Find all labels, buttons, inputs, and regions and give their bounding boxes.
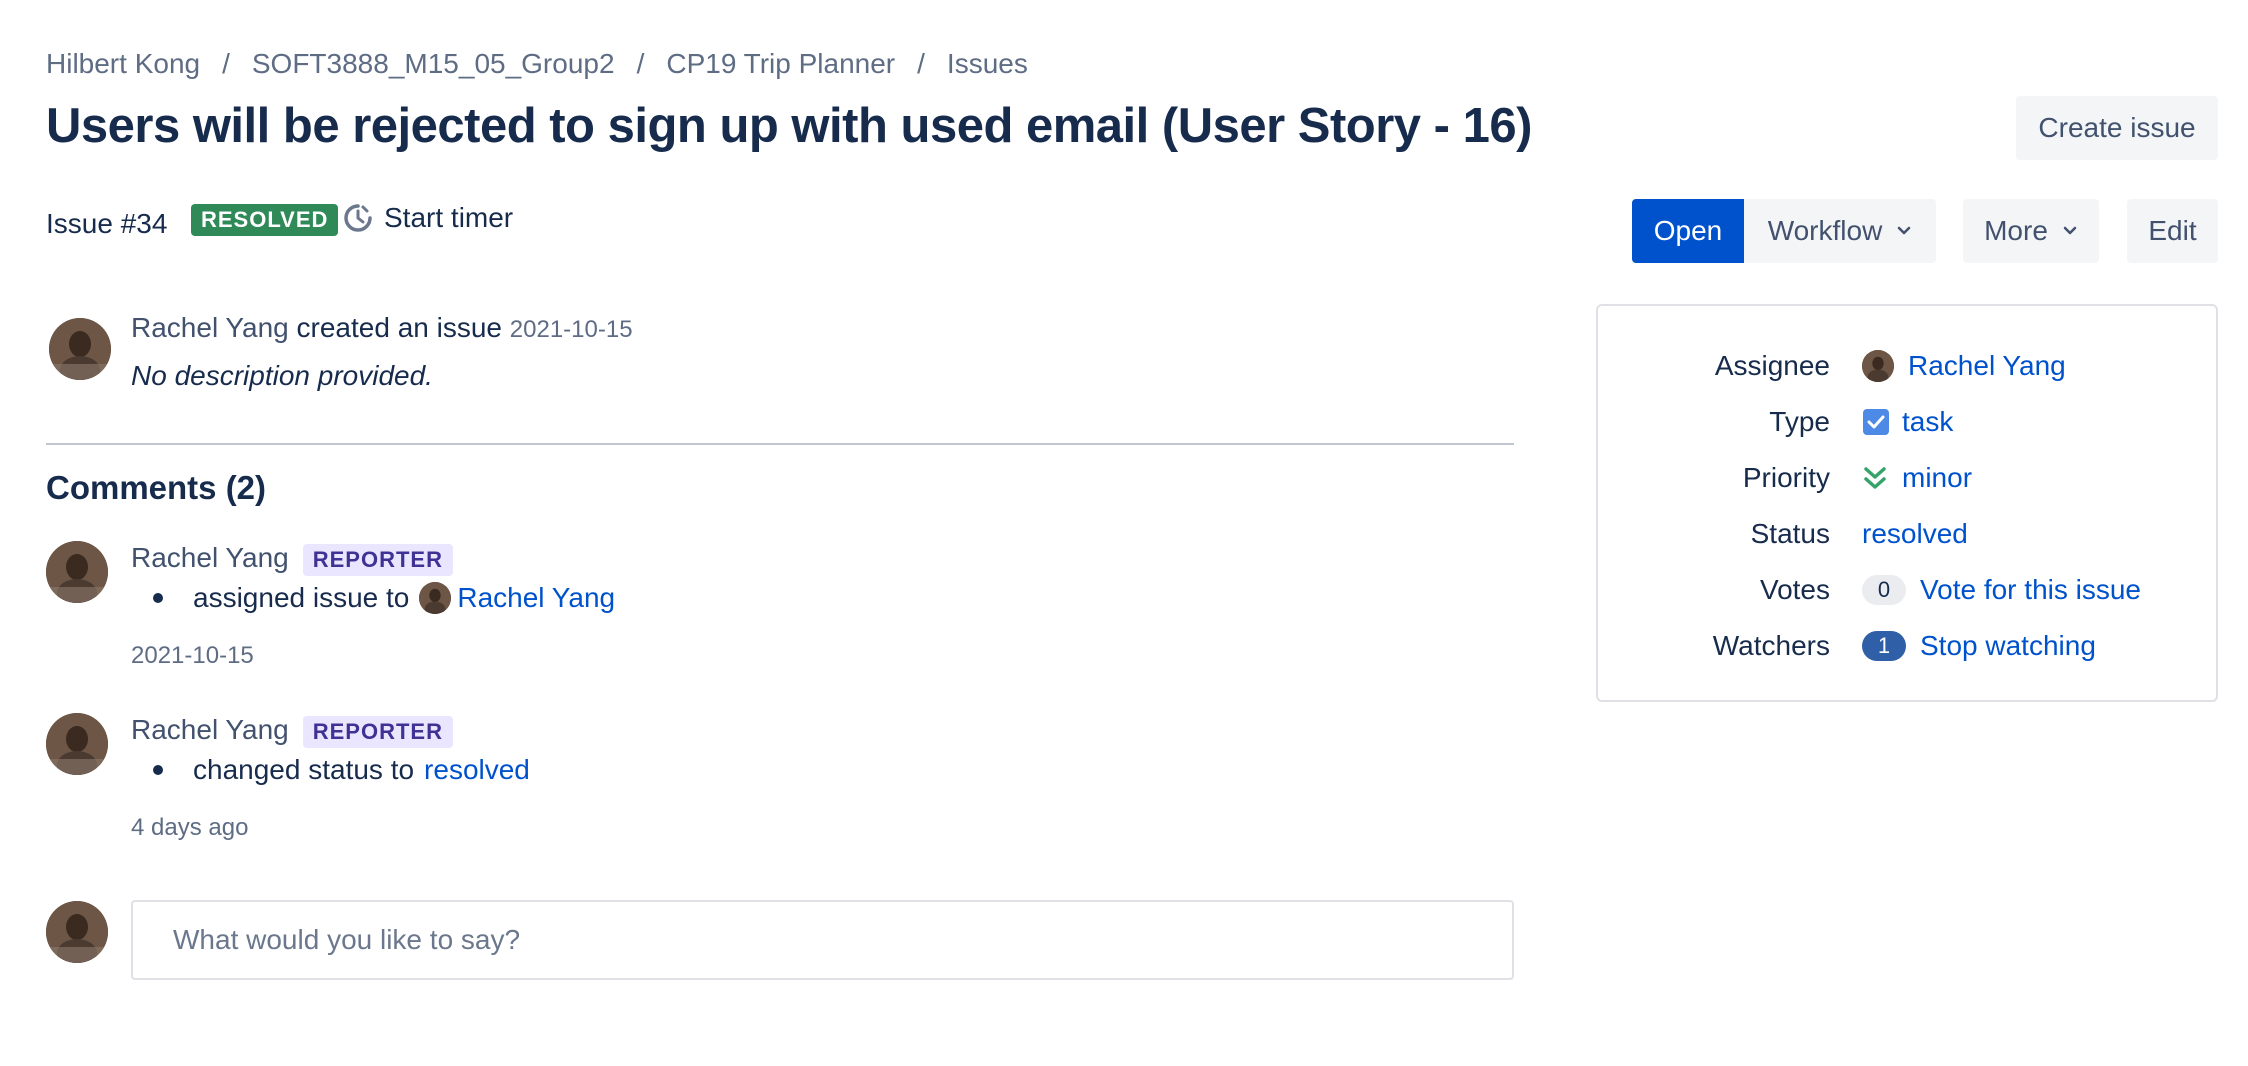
avatar-image — [46, 541, 108, 603]
detail-label: Priority — [1742, 462, 1830, 493]
breadcrumb-separator: / — [636, 48, 645, 79]
priority-link[interactable]: minor — [1902, 462, 1972, 494]
chevron-down-icon — [1898, 226, 1911, 235]
comment-input[interactable] — [131, 900, 1514, 980]
creation-entry: Rachel Yang created an issue 2021-10-15 — [131, 310, 633, 348]
start-timer-label: Start timer — [384, 202, 514, 233]
detail-row-watchers: Watchers 1 Stop watching — [1598, 626, 2216, 666]
breadcrumb-separator: / — [917, 48, 925, 79]
detail-row-status: Status resolved — [1598, 514, 2216, 554]
avatar-image — [46, 901, 108, 963]
detail-label: Type — [1769, 406, 1830, 437]
breadcrumb-item-project[interactable]: CP19 Trip Planner — [666, 48, 895, 80]
avatar-image — [49, 318, 111, 380]
status-button-group: Open Workflow — [1632, 199, 1936, 263]
bullet — [153, 765, 163, 775]
breadcrumb: Hilbert Kong / SOFT3888_M15_05_Group2 / … — [46, 46, 1028, 82]
status-badge: RESOLVED — [191, 204, 339, 236]
avatar — [419, 582, 452, 614]
comment-body: changed status to resolved — [131, 752, 530, 788]
reporter-badge: REPORTER — [302, 543, 453, 576]
status-link[interactable]: resolved — [424, 752, 530, 788]
watchers-count: 1 — [1862, 631, 1906, 661]
page-title: Users will be rejected to sign up with u… — [46, 99, 1532, 153]
creation-date: 2021-10-15 — [509, 316, 633, 343]
detail-label: Assignee — [1714, 350, 1830, 381]
breadcrumb-item-owner[interactable]: Hilbert Kong — [46, 48, 200, 80]
creation-action: created an issue — [296, 312, 502, 343]
comment-text: assigned issue to — [193, 582, 410, 613]
more-dropdown[interactable]: More — [1963, 199, 2099, 263]
assignee-link[interactable]: Rachel Yang — [457, 580, 615, 616]
avatar-image — [46, 713, 108, 775]
detail-label: Watchers — [1712, 630, 1830, 661]
detail-row-votes: Votes 0 Vote for this issue — [1598, 570, 2216, 610]
issue-details-panel: Assignee Rachel Yang Type task Priority — [1596, 304, 2218, 702]
assignee-link[interactable]: Rachel Yang — [1908, 350, 2066, 382]
bullet — [153, 593, 163, 603]
comment-body: assigned issue to Rachel Yang — [131, 580, 615, 616]
votes-count: 0 — [1862, 575, 1906, 605]
stop-watching-link[interactable]: Stop watching — [1920, 630, 2096, 662]
detail-row-assignee: Assignee Rachel Yang — [1598, 346, 2216, 386]
breadcrumb-item-issues[interactable]: Issues — [947, 48, 1028, 80]
vote-link[interactable]: Vote for this issue — [1920, 574, 2141, 606]
comment-header: Rachel Yang REPORTER — [131, 540, 453, 576]
workflow-dropdown[interactable]: Workflow — [1744, 199, 1936, 263]
chevron-down-icon — [2063, 226, 2077, 235]
double-chevron-down-icon — [1864, 467, 1886, 489]
more-label: More — [1984, 215, 2048, 246]
detail-row-type: Type task — [1598, 402, 2216, 442]
avatar[interactable] — [46, 901, 108, 963]
detail-label: Votes — [1759, 574, 1830, 605]
breadcrumb-item-group[interactable]: SOFT3888_M15_05_Group2 — [252, 48, 615, 80]
comment-date: 2021-10-15 — [131, 642, 254, 669]
comment-text: changed status to — [193, 754, 415, 785]
comment-header: Rachel Yang REPORTER — [131, 712, 453, 748]
comment-author[interactable]: Rachel Yang — [131, 714, 289, 745]
detail-row-priority: Priority minor — [1598, 458, 2216, 498]
create-issue-button[interactable]: Create issue — [2016, 96, 2218, 160]
edit-button[interactable]: Edit — [2127, 199, 2218, 263]
issue-number: Issue #34 — [46, 208, 168, 239]
timer-icon — [344, 204, 372, 232]
avatar-image — [1862, 350, 1894, 382]
comment-author[interactable]: Rachel Yang — [131, 542, 289, 573]
issue-description: No description provided. — [131, 360, 433, 391]
checkbox-icon — [1863, 409, 1889, 435]
creation-author[interactable]: Rachel Yang — [131, 312, 289, 343]
comment-date: 4 days ago — [131, 814, 249, 841]
breadcrumb-separator: / — [222, 48, 230, 79]
detail-label: Status — [1750, 518, 1830, 549]
type-link[interactable]: task — [1902, 406, 1953, 438]
workflow-label: Workflow — [1767, 215, 1883, 246]
start-timer-button[interactable]: Start timer — [342, 202, 513, 234]
comments-title: Comments (2) — [46, 469, 267, 506]
avatar-image — [419, 582, 452, 614]
avatar[interactable] — [46, 713, 108, 775]
divider — [46, 443, 1514, 445]
open-button[interactable]: Open — [1632, 199, 1744, 263]
avatar[interactable] — [46, 541, 108, 603]
avatar[interactable] — [49, 318, 111, 380]
status-link[interactable]: resolved — [1862, 518, 1968, 550]
avatar — [1862, 350, 1894, 382]
reporter-badge: REPORTER — [302, 715, 453, 748]
